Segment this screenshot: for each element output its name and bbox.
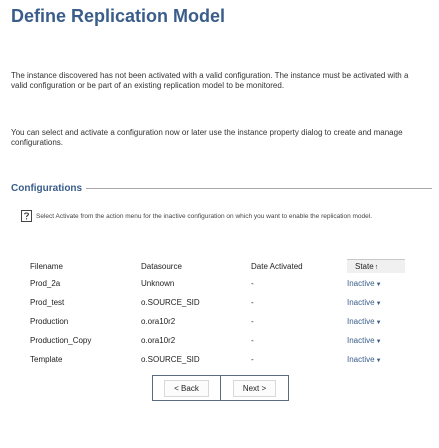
dropdown-arrow-icon: ▼ [375,338,382,345]
table-header-row: Filename Datasource Date Activated State… [30,259,405,274]
state-label: Inactive [347,297,375,307]
dropdown-arrow-icon: ▼ [375,300,382,307]
state-label: Inactive [347,335,375,345]
hint-text: Select Activate from the action menu for… [36,213,373,220]
sort-ascending-icon: ↑ [374,264,379,271]
next-button[interactable]: Next > [220,376,288,400]
state-action-menu[interactable]: Inactive▼ [347,331,405,350]
column-header-date-activated[interactable]: Date Activated [251,259,347,274]
table-row[interactable]: Prod_2a Unknown - Inactive▼ [30,274,405,293]
column-header-filename[interactable]: Filename [30,259,141,274]
column-header-datasource[interactable]: Datasource [141,259,251,274]
cell-datasource: Unknown [141,278,175,288]
table-row[interactable]: Production o.ora10r2 - Inactive▼ [30,312,405,331]
cell-datasource: o.ora10r2 [141,316,176,326]
cell-datasource: o.SOURCE_SID [141,297,200,307]
dropdown-arrow-icon: ▼ [375,281,382,288]
cell-date-activated: - [251,297,254,307]
cell-datasource: o.ora10r2 [141,335,176,345]
table-row[interactable]: Production_Copy o.ora10r2 - Inactive▼ [30,331,405,350]
page-title: Define Replication Model [11,6,226,26]
intro-paragraph-select: You can select and activate a configurat… [11,128,403,147]
cell-filename: Prod_2a [30,278,61,288]
table-row[interactable]: Template o.SOURCE_SID - Inactive▼ [30,350,405,369]
back-button[interactable]: < Back [153,376,220,400]
state-action-menu[interactable]: Inactive▼ [347,350,405,369]
column-header-state[interactable]: State↑ [347,259,405,274]
dropdown-arrow-icon: ▼ [375,357,382,364]
configurations-section-header: Configurations [11,182,432,194]
state-label: Inactive [347,354,375,364]
intro-paragraph-activation: The instance discovered has not been act… [11,71,409,90]
cell-date-activated: - [251,316,254,326]
table-row[interactable]: Prod_test o.SOURCE_SID - Inactive▼ [30,293,405,312]
state-action-menu[interactable]: Inactive▼ [347,312,405,331]
cell-filename: Production_Copy [30,335,92,345]
dropdown-arrow-icon: ▼ [375,319,382,326]
cell-filename: Production [30,316,69,326]
state-action-menu[interactable]: Inactive▼ [347,274,405,293]
state-action-menu[interactable]: Inactive▼ [347,293,405,312]
next-button-label: Next > [232,379,277,397]
cell-filename: Prod_test [30,297,65,307]
cell-datasource: o.SOURCE_SID [141,354,200,364]
back-button-label: < Back [164,379,209,397]
column-header-state-label: State [355,262,374,271]
state-label: Inactive [347,316,375,326]
cell-date-activated: - [251,278,254,288]
section-divider [86,187,432,189]
configurations-section-title: Configurations [11,182,83,194]
cell-date-activated: - [251,354,254,364]
configurations-table: Filename Datasource Date Activated State… [30,259,405,369]
cell-date-activated: - [251,335,254,345]
wizard-navigation: < Back Next > [152,375,289,401]
cell-filename: Template [30,354,63,364]
state-label: Inactive [347,278,375,288]
